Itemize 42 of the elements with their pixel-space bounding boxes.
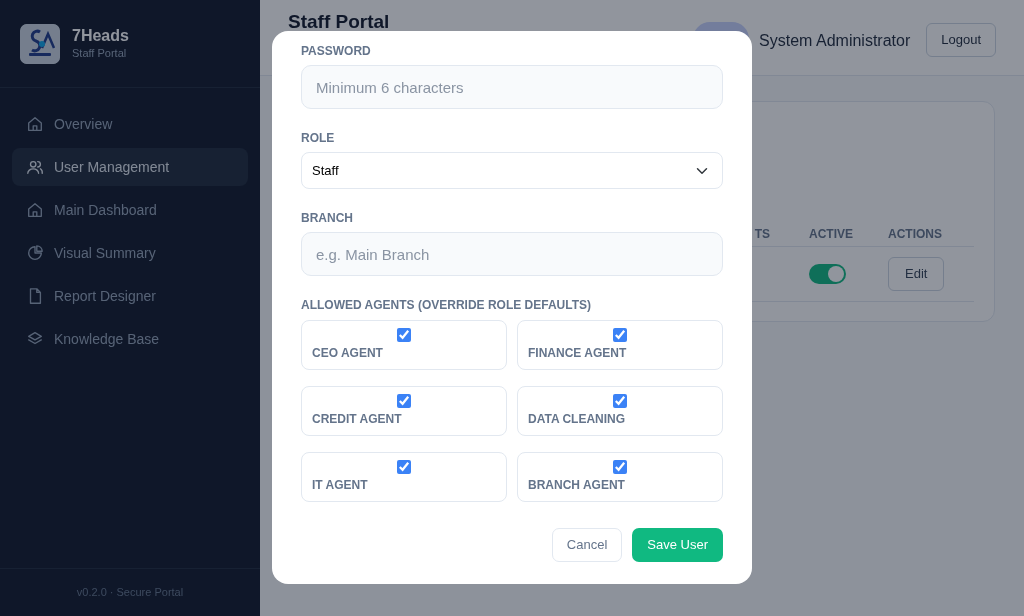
agent-label: BRANCH AGENT: [528, 478, 626, 493]
cancel-button[interactable]: Cancel: [551, 528, 623, 562]
brand-name: 7Heads: [72, 25, 129, 45]
field-label: ROLE: [301, 130, 336, 146]
agent-label: IT AGENT: [312, 478, 369, 493]
role-select[interactable]: Staff: [301, 152, 723, 189]
agent-checkbox[interactable]: [613, 394, 627, 408]
users-icon: [26, 158, 44, 176]
save-button[interactable]: Save User: [632, 528, 723, 562]
agent-checkbox[interactable]: [613, 328, 627, 342]
nav-item[interactable]: Report Designer: [12, 277, 248, 315]
nav-item[interactable]: Overview: [12, 105, 248, 143]
user-name: System Administrator: [759, 31, 911, 51]
edit-button[interactable]: Edit: [888, 257, 945, 291]
agent-checkbox[interactable]: [397, 328, 411, 342]
agent-checkbox[interactable]: [397, 460, 411, 474]
active-toggle[interactable]: [809, 264, 846, 284]
page-title: Staff Portal: [288, 10, 390, 34]
branch-field[interactable]: e.g. Main Branch: [301, 232, 723, 276]
field-label: BRANCH: [301, 210, 354, 226]
agent-checkbox[interactable]: [613, 460, 627, 474]
column-header: ACTIVE: [809, 225, 854, 243]
brand-subtitle: Staff Portal: [72, 45, 128, 61]
nav-item[interactable]: Main Dashboard: [12, 191, 248, 229]
nav-item[interactable]: Visual Summary: [12, 234, 248, 272]
pie-chart-icon: [26, 244, 44, 262]
nav-item[interactable]: Knowledge Base: [12, 320, 248, 358]
column-header: TS: [753, 225, 771, 243]
agent-label: FINANCE AGENT: [528, 346, 628, 361]
password-field[interactable]: Minimum 6 characters: [301, 65, 723, 109]
section-label: ALLOWED AGENTS (OVERRIDE ROLE DEFAULTS): [301, 297, 592, 313]
agent-label: CREDIT AGENT: [312, 412, 403, 427]
agent-label: DATA CLEANING: [528, 412, 627, 427]
home-icon: [26, 115, 44, 133]
logout-button[interactable]: Logout: [926, 23, 996, 57]
logo-icon: [20, 23, 60, 64]
agent-checkbox[interactable]: [397, 394, 411, 408]
home-icon: [26, 201, 44, 219]
nav-item[interactable]: User Management: [12, 148, 248, 186]
agent-label: CEO AGENT: [312, 346, 384, 361]
column-header: ACTIONS: [888, 225, 943, 243]
field-label: PASSWORD: [301, 43, 372, 59]
